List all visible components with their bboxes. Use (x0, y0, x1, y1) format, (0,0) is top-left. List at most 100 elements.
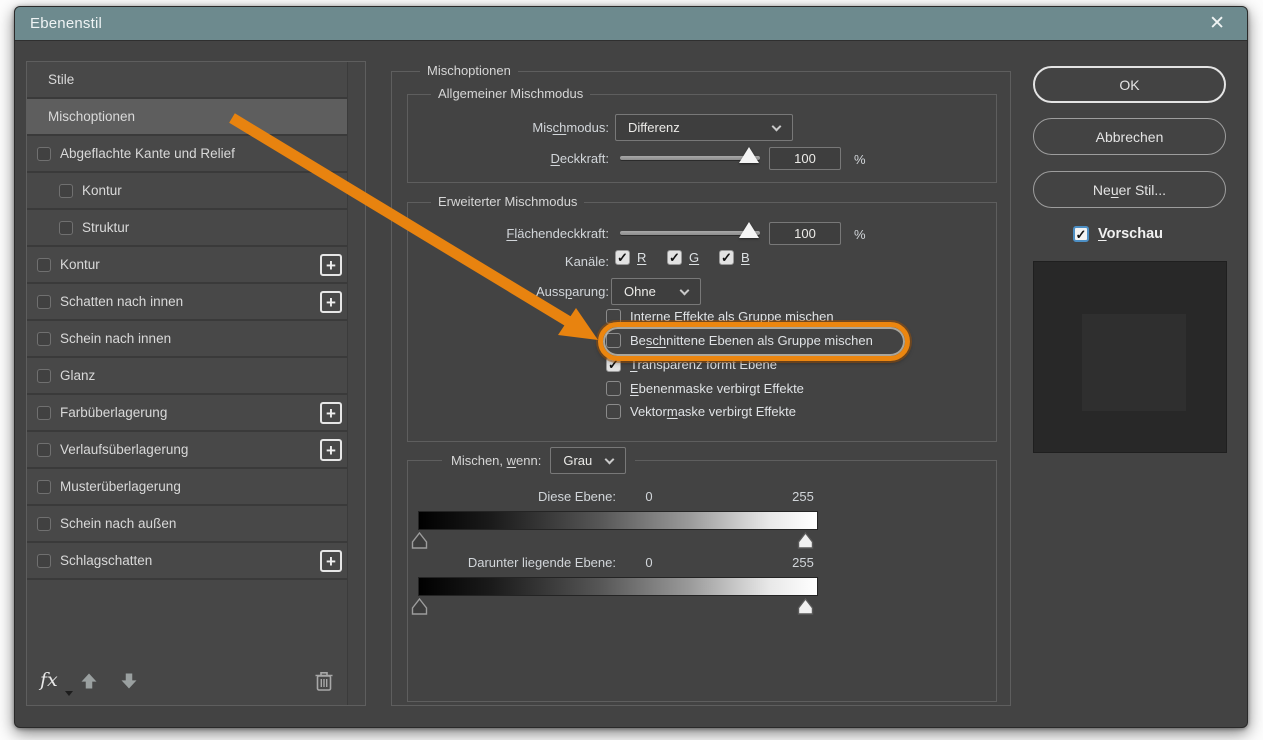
add-effect-button[interactable]: + (320, 402, 342, 424)
checkbox[interactable] (37, 147, 51, 161)
blend-mode-label: Mischmodus: (532, 120, 609, 135)
opacity-slider-handle[interactable] (739, 147, 759, 163)
option-blend-clipped-layers[interactable]: Beschnittene Ebenen als Gruppe mischen (606, 333, 873, 348)
underlying-layer-shadow-handle[interactable] (411, 598, 428, 615)
page-background: Ebenenstil ✕ Stile Mischoptionen Abgefla… (0, 0, 1263, 740)
underlying-layer-label: Darunter liegende Ebene: (408, 555, 616, 570)
sidebar-item-label: Kontur (82, 183, 122, 198)
fill-opacity-input[interactable]: 100 (769, 222, 841, 245)
fx-menu-icon[interactable]: fx (40, 669, 58, 691)
checkbox[interactable] (37, 443, 51, 457)
checkbox[interactable] (37, 295, 51, 309)
blend-mode-dropdown[interactable]: Differenz (615, 114, 793, 141)
panel-title: Mischoptionen (420, 63, 518, 78)
sidebar-item-kontur[interactable]: Kontur + (27, 247, 348, 284)
sidebar-item-schein-nach-innen[interactable]: Schein nach innen (27, 321, 348, 358)
this-layer-max: 255 (780, 489, 826, 504)
blend-if-label: Mischen, wenn: (451, 453, 541, 468)
style-preview-inner-square (1082, 314, 1186, 411)
channel-b[interactable]: ✓ B (719, 250, 750, 265)
sidebar-item-schatten-nach-innen[interactable]: Schatten nach innen + (27, 284, 348, 321)
this-layer-highlight-handle[interactable] (797, 532, 814, 549)
checkbox[interactable] (37, 369, 51, 383)
option-vector-mask-hides-effects[interactable]: Vektormaske verbirgt Effekte (606, 404, 796, 419)
sidebar-item-verlaufsueberlagerung[interactable]: Verlaufsüberlagerung + (27, 432, 348, 469)
option-blend-interior-effects[interactable]: Interne Effekte als Gruppe mischen (606, 309, 834, 324)
sidebar-item-label: Struktur (82, 220, 129, 235)
checkbox[interactable] (37, 332, 51, 346)
sidebar-item-label: Schatten nach innen (60, 294, 183, 309)
opacity-unit: % (854, 152, 866, 167)
checkbox-checked[interactable]: ✓ (719, 250, 734, 265)
new-style-button[interactable]: Neuer Stil... (1033, 171, 1226, 208)
move-effect-down-icon[interactable] (119, 671, 139, 691)
sidebar-item-label: Farbüberlagerung (60, 405, 167, 420)
sidebar-item-glanz[interactable]: Glanz (27, 358, 348, 395)
checkbox-unchecked[interactable] (606, 333, 621, 348)
channel-r[interactable]: ✓ R (615, 250, 646, 265)
add-effect-button[interactable]: + (320, 254, 342, 276)
checkbox-unchecked[interactable] (606, 309, 621, 324)
add-effect-button[interactable]: + (320, 550, 342, 572)
checkbox[interactable] (59, 221, 73, 235)
delete-effect-icon[interactable] (314, 670, 334, 692)
close-icon[interactable]: ✕ (1209, 12, 1225, 36)
sidebar-item-abgeflachte-kante[interactable]: Abgeflachte Kante und Relief (27, 136, 348, 173)
sidebar-item-kontur-sub[interactable]: Kontur (27, 173, 348, 210)
blend-if-dropdown[interactable]: Grau (550, 447, 626, 474)
checkbox-checked[interactable]: ✓ (615, 250, 630, 265)
opacity-input[interactable]: 100 (769, 147, 841, 170)
option-label: Interne Effekte als Gruppe mischen (630, 309, 834, 324)
fill-opacity-slider-handle[interactable] (739, 222, 759, 238)
sidebar-item-stile[interactable]: Stile (27, 62, 348, 99)
ok-button-label: OK (1119, 77, 1139, 93)
underlying-layer-gradient[interactable] (418, 577, 818, 596)
blend-if-group: Mischen, wenn: Grau Diese Ebene: 0 255 D… (407, 460, 997, 702)
underlying-layer-max: 255 (780, 555, 826, 570)
layer-style-dialog: Ebenenstil ✕ Stile Mischoptionen Abgefla… (14, 6, 1248, 728)
sidebar-item-schein-nach-aussen[interactable]: Schein nach außen (27, 506, 348, 543)
ok-button[interactable]: OK (1033, 66, 1226, 103)
styles-list: Stile Mischoptionen Abgeflachte Kante un… (27, 62, 348, 705)
underlying-layer-highlight-handle[interactable] (797, 598, 814, 615)
checkbox[interactable] (59, 184, 73, 198)
sidebar-item-struktur[interactable]: Struktur (27, 210, 348, 247)
sidebar-item-schlagschatten[interactable]: Schlagschatten + (27, 543, 348, 580)
checkbox-unchecked[interactable] (606, 404, 621, 419)
checkbox-checked[interactable]: ✓ (667, 250, 682, 265)
checkbox[interactable] (37, 517, 51, 531)
channel-g[interactable]: ✓ G (667, 250, 699, 265)
channel-label: R (637, 250, 646, 265)
preview-toggle[interactable]: ✓ Vorschau (1073, 226, 1163, 242)
dialog-titlebar[interactable]: Ebenenstil ✕ (15, 7, 1247, 41)
move-effect-up-icon[interactable] (79, 671, 99, 691)
fill-opacity-value: 100 (794, 226, 816, 241)
checkbox-checked[interactable]: ✓ (1073, 226, 1089, 242)
option-label: Beschnittene Ebenen als Gruppe mischen (630, 333, 873, 348)
sidebar-item-musterueberlagerung[interactable]: Musterüberlagerung (27, 469, 348, 506)
knockout-dropdown[interactable]: Ohne (611, 278, 701, 305)
option-layer-mask-hides-effects[interactable]: Ebenenmaske verbirgt Effekte (606, 381, 804, 396)
sidebar-item-mischoptionen[interactable]: Mischoptionen (27, 99, 348, 136)
checkbox[interactable] (37, 406, 51, 420)
underlying-layer-min: 0 (634, 555, 664, 570)
checkbox-checked[interactable]: ✓ (606, 357, 621, 372)
option-transparency-shapes-layer[interactable]: ✓ Transparenz formt Ebene (606, 357, 777, 372)
add-effect-button[interactable]: + (320, 291, 342, 313)
sidebar-item-label: Musterüberlagerung (60, 479, 181, 494)
checkbox[interactable] (37, 554, 51, 568)
add-effect-button[interactable]: + (320, 439, 342, 461)
sidebar-item-farbueberlagerung[interactable]: Farbüberlagerung + (27, 395, 348, 432)
fx-menu-caret-icon (65, 691, 73, 696)
sidebar-item-label: Verlaufsüberlagerung (60, 442, 188, 457)
chevron-down-icon (605, 454, 615, 464)
this-layer-gradient[interactable] (418, 511, 818, 530)
checkbox-unchecked[interactable] (606, 381, 621, 396)
group-legend: Erweiterter Mischmodus (431, 194, 584, 209)
dialog-title: Ebenenstil (15, 15, 102, 32)
checkbox[interactable] (37, 480, 51, 494)
cancel-button[interactable]: Abbrechen (1033, 118, 1226, 155)
knockout-label: Aussparung: (536, 284, 609, 299)
this-layer-shadow-handle[interactable] (411, 532, 428, 549)
checkbox[interactable] (37, 258, 51, 272)
